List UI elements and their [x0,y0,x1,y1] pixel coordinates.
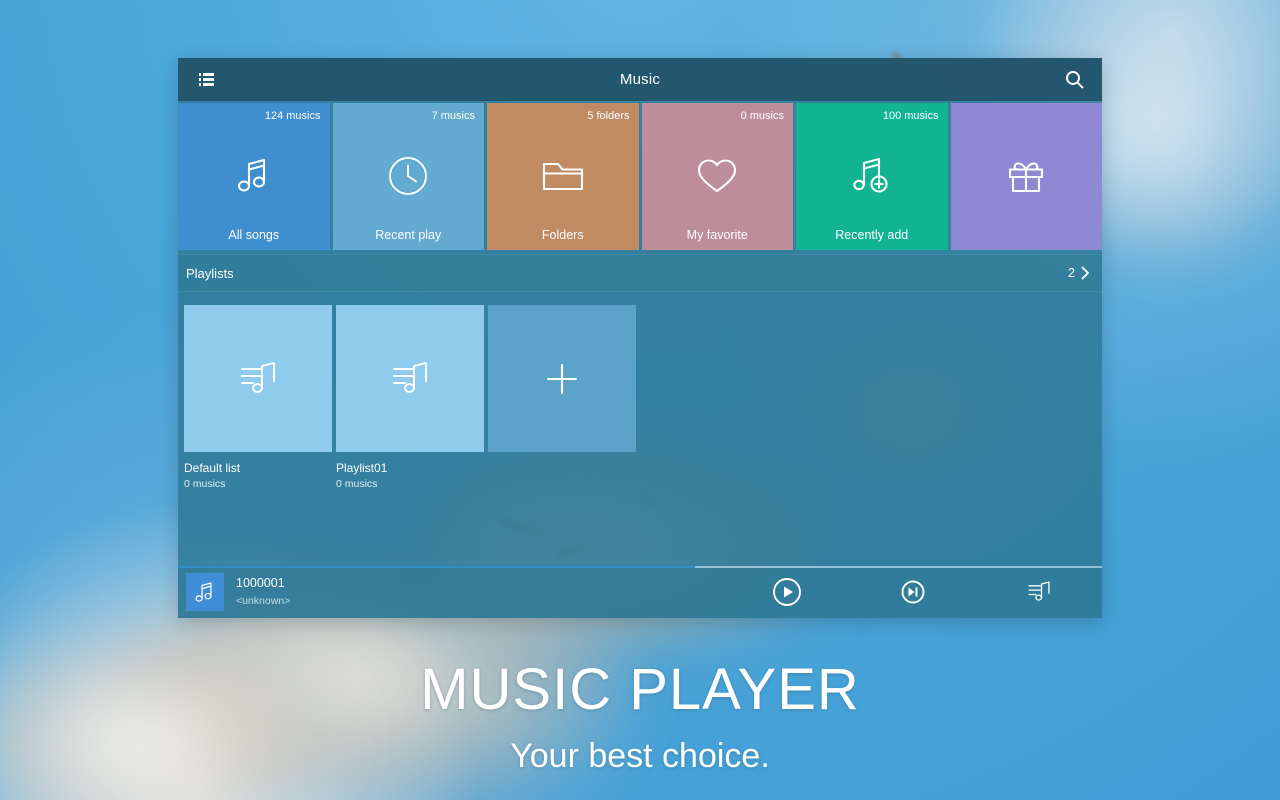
play-button[interactable] [724,577,850,607]
play-icon [773,578,801,606]
next-track-button[interactable] [850,580,976,604]
tile-recent-play[interactable]: 7 musics Recent play [332,103,484,250]
page-title: Music [619,71,661,88]
playlists-count: 2 [1068,266,1075,280]
music-app-window: Music 124 musics All songs 7 musics Rece… [178,58,1102,618]
tile-label: Recently add [835,228,909,242]
tile-label: All songs [228,228,280,242]
tile-count: 5 folders [587,110,630,122]
folder-icon [496,123,630,228]
tile-label: Folders [541,228,584,242]
tile-count: 7 musics [431,110,475,122]
menu-button[interactable] [192,66,220,94]
playlists-count-group: 2 [1068,266,1090,280]
gift-icon [960,110,1094,242]
add-playlist-button[interactable] [488,305,636,452]
playlist-subtitle: 0 musics [336,478,378,490]
queue-playlist-icon [1028,581,1050,601]
tile-count: 100 musics [882,110,939,122]
album-art[interactable] [186,573,224,611]
music-note-icon [195,581,212,602]
list-icon [198,73,214,86]
now-playing-info[interactable]: 1000001 <unknown> [236,576,290,608]
track-title: 1000001 [236,576,285,590]
queue-playlist-button[interactable] [976,579,1102,605]
playlist-item-playlist01[interactable]: Playlist01 0 musics [336,305,484,490]
playlist-name: Default list [184,461,241,475]
search-icon [1065,71,1083,89]
player-bar-content: 1000001 <unknown> [178,566,1102,618]
playlist-note-icon [393,361,427,393]
tile-count: 124 musics [264,110,321,122]
tile-folders[interactable]: 5 folders Folders [487,103,639,250]
music-note-plus-icon [805,123,939,228]
clock-icon [342,123,476,228]
chevron-right-icon [1081,266,1089,280]
tile-gift[interactable] [950,103,1102,250]
tile-all-songs[interactable]: 124 musics All songs [178,103,330,250]
playback-progress-fill [178,566,696,568]
next-track-icon [901,580,925,604]
tile-recently-add[interactable]: 100 musics Recently add [796,103,948,250]
playback-progress-bar[interactable] [178,566,1102,568]
playlist-note-icon [241,361,275,393]
playlist-item-default-list[interactable]: Default list 0 musics [184,305,332,490]
playlist-name: Playlist01 [336,461,388,475]
promo-headline: MUSIC PLAYER [420,657,860,722]
music-note-icon [187,123,321,228]
tile-label: Recent play [375,228,442,242]
playlist-thumbnail[interactable] [336,305,484,452]
tile-count: 0 musics [740,110,784,122]
tile-my-favorite[interactable]: 0 musics My favorite [641,103,793,250]
playlist-item-add-new[interactable] [488,305,636,490]
plus-icon [546,363,578,394]
category-tile-strip: 124 musics All songs 7 musics Recent pla… [178,101,1102,250]
playlist-subtitle: 0 musics [184,478,226,490]
promo-block: MUSIC PLAYER Your best choice. [0,655,1280,779]
player-controls [724,577,1102,607]
playlists-grid: Default list 0 musics Playlist01 0 music… [178,292,1102,490]
search-button[interactable] [1060,66,1088,94]
player-bar: 1000001 <unknown> [178,566,1102,618]
app-titlebar: Music [178,58,1102,101]
playlist-card-row: Default list 0 musics Playlist01 0 music… [184,305,1102,490]
playlists-title: Playlists [186,265,234,281]
playlist-thumbnail[interactable] [184,305,332,452]
track-artist: <unknown> [236,595,291,607]
heart-icon [651,123,785,228]
promo-tagline: Your best choice. [510,737,770,775]
playlists-section-header[interactable]: Playlists 2 [178,254,1102,292]
tile-label: My favorite [686,228,748,242]
